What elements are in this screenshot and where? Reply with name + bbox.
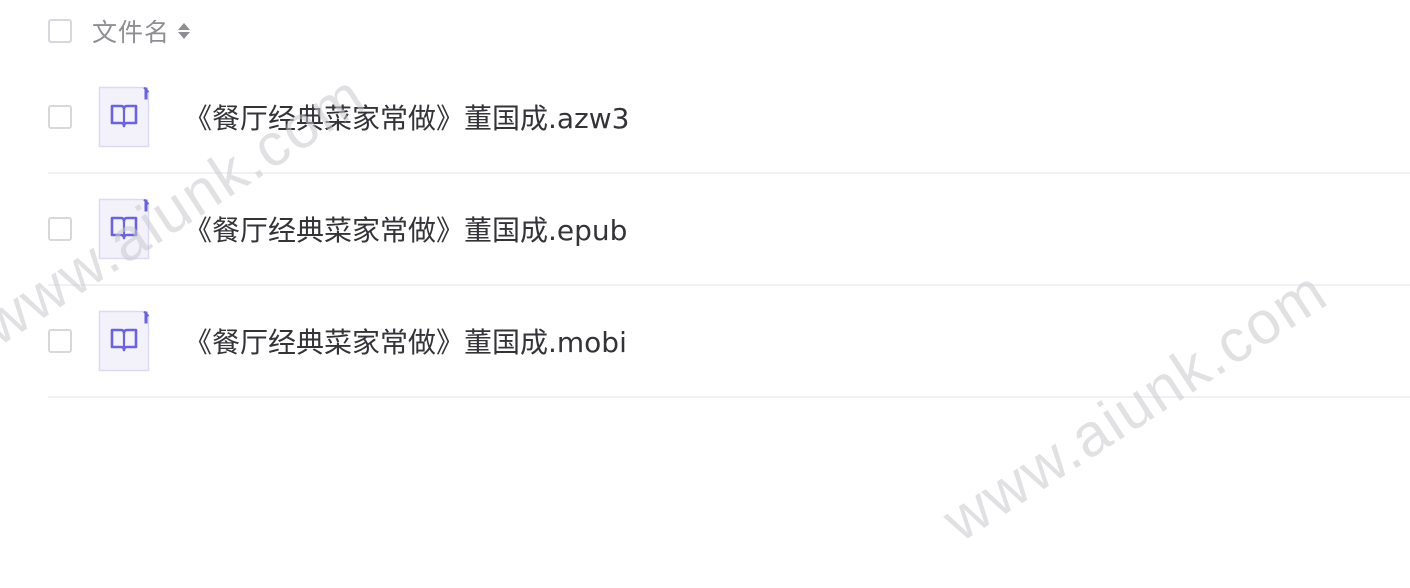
file-name[interactable]: 《餐厅经典菜家常做》董国成.azw3 [184, 97, 629, 137]
file-list: 文件名 《餐厅经典菜家常做》董国成.azw3 《餐厅经典菜家常做》董国成.epu… [48, 0, 1410, 398]
sort-icon[interactable] [178, 23, 191, 39]
ebook-icon [98, 198, 150, 260]
sort-down-icon [178, 32, 191, 39]
file-row[interactable]: 《餐厅经典菜家常做》董国成.epub [48, 174, 1410, 286]
file-checkbox[interactable] [48, 105, 72, 129]
file-name[interactable]: 《餐厅经典菜家常做》董国成.epub [184, 209, 627, 249]
sort-up-icon [178, 23, 191, 30]
ebook-icon [98, 310, 150, 372]
file-row[interactable]: 《餐厅经典菜家常做》董国成.mobi [48, 286, 1410, 398]
file-checkbox[interactable] [48, 217, 72, 241]
file-checkbox[interactable] [48, 329, 72, 353]
file-list-header: 文件名 [48, 0, 1410, 62]
file-list-page: 文件名 《餐厅经典菜家常做》董国成.azw3 《餐厅经典菜家常做》董国成.epu… [0, 0, 1410, 588]
select-all-checkbox[interactable] [48, 19, 72, 43]
column-header-filename[interactable]: 文件名 [92, 13, 170, 49]
file-row[interactable]: 《餐厅经典菜家常做》董国成.azw3 [48, 62, 1410, 174]
ebook-icon [98, 86, 150, 148]
file-name[interactable]: 《餐厅经典菜家常做》董国成.mobi [184, 321, 627, 361]
